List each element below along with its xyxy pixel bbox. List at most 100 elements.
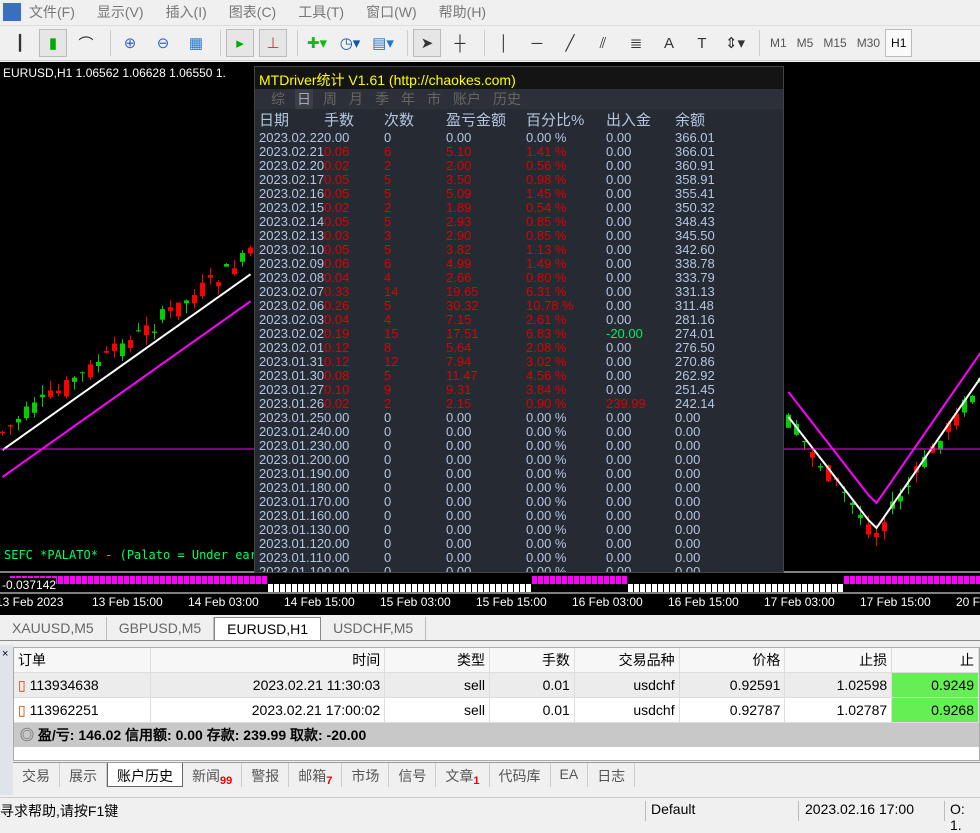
tab-terminal[interactable]: 新闻99 xyxy=(183,763,242,787)
stats-tab[interactable]: 季 xyxy=(373,89,391,109)
terminal-side-handle[interactable]: × xyxy=(0,645,13,795)
menu-window[interactable]: 窗口(W) xyxy=(366,2,417,22)
auto-scroll-icon[interactable]: ▸ xyxy=(226,29,254,57)
chart-shift-icon[interactable]: ⊥ xyxy=(259,29,287,57)
tab-terminal[interactable]: 信号 xyxy=(389,763,436,787)
stats-tab[interactable]: 周 xyxy=(321,89,339,109)
candle-body xyxy=(818,466,823,468)
close-icon[interactable]: × xyxy=(0,648,8,660)
crosshair-icon[interactable]: ┼ xyxy=(446,29,474,57)
cursor-icon[interactable]: ➤ xyxy=(413,29,441,57)
col-type[interactable]: 类型 xyxy=(385,648,490,672)
cell-lots: 0.00 xyxy=(324,551,384,565)
col-ticket[interactable]: 订单 xyxy=(14,648,151,672)
periods-clock-icon[interactable]: ◷▾ xyxy=(336,29,364,57)
equidistant-channel-icon[interactable]: ⫽ xyxy=(589,29,617,57)
new-order-icon[interactable]: ✚▾ xyxy=(303,29,331,57)
cell-lots: 0.00 xyxy=(324,537,384,551)
indicator-bar xyxy=(940,576,945,584)
stats-tab[interactable]: 日 xyxy=(295,89,313,109)
cell-deposit: 0.00 xyxy=(606,271,675,285)
indicator-bar xyxy=(94,576,99,584)
col-lots[interactable]: 手数 xyxy=(490,648,575,672)
menu-view[interactable]: 显示(V) xyxy=(97,2,144,22)
cell-count: 14 xyxy=(384,285,446,299)
tab-terminal[interactable]: 市场 xyxy=(342,763,389,787)
timeframe-h1[interactable]: H1 xyxy=(885,29,912,57)
bar-chart-icon[interactable]: ┃ xyxy=(6,29,34,57)
stats-tab[interactable]: 综 xyxy=(269,89,287,109)
stats-tab[interactable]: 历史 xyxy=(491,89,523,109)
tab-terminal[interactable]: 交易 xyxy=(13,763,60,787)
stats-tab[interactable]: 年 xyxy=(399,89,417,109)
stats-tab[interactable]: 市 xyxy=(425,89,443,109)
text-icon[interactable]: A xyxy=(655,29,683,57)
indicator-bar xyxy=(826,584,831,592)
menu-help[interactable]: 帮助(H) xyxy=(439,2,486,22)
col-price[interactable]: 价格 xyxy=(680,648,786,672)
zoom-out-icon[interactable]: ⊖ xyxy=(149,29,177,57)
tab-terminal[interactable]: 代码库 xyxy=(490,763,551,787)
tab-usdchf[interactable]: USDCHF,M5 xyxy=(321,617,426,640)
horizontal-line-icon[interactable]: ─ xyxy=(523,29,551,57)
menu-charts[interactable]: 图表(C) xyxy=(229,2,276,22)
tab-terminal[interactable]: 账户历史 xyxy=(107,763,183,787)
candle-body xyxy=(104,351,109,353)
menu-insert[interactable]: 插入(I) xyxy=(166,2,207,22)
cell-date: 2023.01.20 xyxy=(259,453,324,467)
col-time[interactable]: 时间 xyxy=(151,648,386,672)
cell-date: 2023.02.03 xyxy=(259,313,324,327)
tab-eurusd[interactable]: EURUSD,H1 xyxy=(214,617,321,640)
menu-file[interactable]: 文件(F) xyxy=(29,2,75,22)
candle-body xyxy=(224,264,229,267)
tab-terminal[interactable]: 展示 xyxy=(60,763,107,787)
timeframe-m30[interactable]: M30 xyxy=(852,29,885,57)
vertical-line-icon[interactable]: │ xyxy=(490,29,518,57)
text-label-icon[interactable]: T xyxy=(688,29,716,57)
cell-count: 5 xyxy=(384,299,446,313)
indicator-bar xyxy=(220,576,225,584)
tab-terminal[interactable]: 警报 xyxy=(242,763,289,787)
line-chart-icon[interactable]: ⌒ xyxy=(72,29,100,57)
stats-tab[interactable]: 月 xyxy=(347,89,365,109)
zoom-in-icon[interactable]: ⊕ xyxy=(116,29,144,57)
cell-profit: 7.94 xyxy=(446,355,526,369)
indicator-bar xyxy=(508,584,513,592)
cell-profit: 11.47 xyxy=(446,369,526,383)
tab-terminal[interactable]: EA xyxy=(551,763,589,787)
tab-terminal[interactable]: 文章1 xyxy=(436,763,489,787)
timeframe-m15[interactable]: M15 xyxy=(818,29,851,57)
cell-percent: 0.56 % xyxy=(526,159,606,173)
stats-row: 2023.01.230.0000.000.00 %0.000.00 xyxy=(255,439,783,453)
col-symbol[interactable]: 交易品种 xyxy=(575,648,680,672)
menu-tools[interactable]: 工具(T) xyxy=(298,2,344,22)
cell-date: 2023.02.21 xyxy=(259,145,324,159)
indicator-bar xyxy=(244,576,249,584)
indicator-bar xyxy=(250,576,255,584)
stats-tab[interactable]: 账户 xyxy=(451,89,483,109)
col-sl[interactable]: 止损 xyxy=(785,648,892,672)
tile-windows-icon[interactable]: ▦ xyxy=(182,29,210,57)
tab-xauusd[interactable]: XAUUSD,M5 xyxy=(0,617,107,640)
tab-terminal[interactable]: 邮箱7 xyxy=(289,763,342,787)
order-row[interactable]: ▯ 113962251 2023.02.21 17:00:02 sell 0.0… xyxy=(14,698,979,723)
order-row[interactable]: ▯ 113934638 2023.02.21 11:30:03 sell 0.0… xyxy=(14,673,979,698)
trendline-icon[interactable]: ╱ xyxy=(556,29,584,57)
candle-body xyxy=(112,344,117,351)
tab-gbpusd[interactable]: GBPUSD,M5 xyxy=(107,617,214,640)
fibonacci-icon[interactable]: ≣ xyxy=(622,29,650,57)
arrows-icon[interactable]: ⇕▾ xyxy=(721,29,749,57)
templates-icon[interactable]: ▤▾ xyxy=(369,29,397,57)
cell-date: 2023.01.11 xyxy=(259,551,324,565)
timeframe-m1[interactable]: M1 xyxy=(765,29,792,57)
price-chart[interactable]: EURUSD,H1 1.06562 1.06628 1.06550 1. SEF… xyxy=(0,62,980,615)
cell-percent: 0.00 % xyxy=(526,411,606,425)
col-tp[interactable]: 止 xyxy=(892,648,979,672)
tab-terminal[interactable]: 日志 xyxy=(588,763,635,787)
indicator-bar xyxy=(670,584,675,592)
timeframe-m5[interactable]: M5 xyxy=(792,29,819,57)
indicator-bar xyxy=(88,576,93,584)
status-profile[interactable]: Default xyxy=(645,801,695,821)
candlestick-icon[interactable]: ▮ xyxy=(39,29,67,57)
indicator-bar xyxy=(796,584,801,592)
